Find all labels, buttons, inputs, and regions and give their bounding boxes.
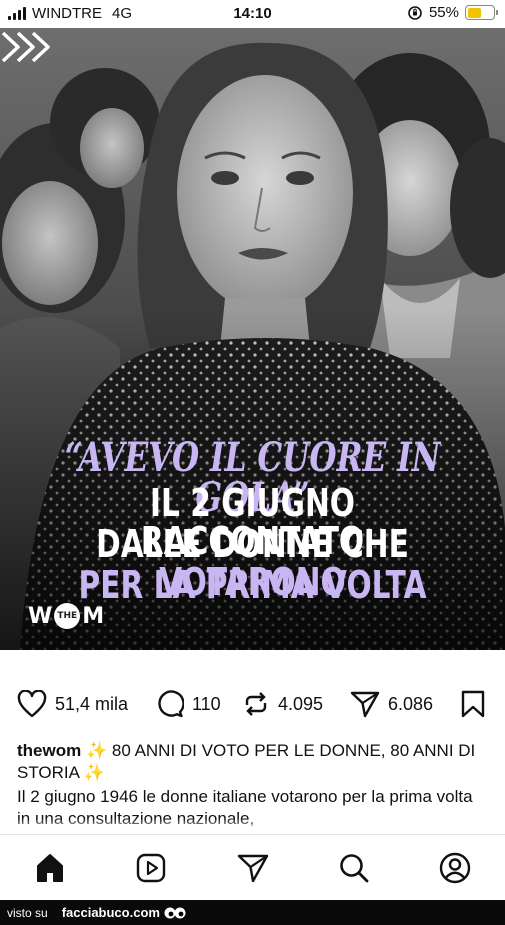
- eyes-icon: [164, 907, 186, 918]
- repost-count: 4.095: [278, 693, 324, 714]
- sparkle-icon: ✨: [85, 741, 108, 760]
- caption-fade: [0, 818, 505, 834]
- comment-count: 110: [192, 693, 221, 714]
- comment-icon: [158, 690, 184, 718]
- repost-icon: [245, 692, 267, 716]
- reels-icon: [136, 853, 166, 883]
- battery-percent: 55%: [428, 4, 459, 21]
- repost-button[interactable]: 4.095: [242, 690, 323, 718]
- forward-chevrons-icon: [1, 31, 50, 63]
- watermark-site[interactable]: facciabuco.com: [62, 905, 160, 920]
- profile-icon: [439, 852, 471, 884]
- logo-the: THE: [54, 603, 81, 629]
- search-icon: [340, 854, 369, 883]
- the-wom-logo: W THE M: [28, 603, 104, 629]
- share-count: 6.086: [388, 693, 434, 714]
- logo-m: M: [82, 603, 105, 629]
- status-right: 55%: [407, 4, 498, 21]
- post-image[interactable]: “AVEVO IL CUORE IN GOLA” IL 2 GIUGNO RAC…: [0, 28, 505, 650]
- image-headline-line-4: PER LA PRIMA VOLTA: [78, 563, 427, 607]
- watermark-bar: visto su facciabuco.com: [0, 900, 505, 925]
- comment-button[interactable]: 110: [156, 690, 221, 718]
- nav-search[interactable]: [337, 851, 371, 885]
- logo-w: W: [28, 603, 53, 629]
- nav-reels[interactable]: [134, 851, 168, 885]
- send-icon: [237, 854, 269, 883]
- sparkle-icon: ✨: [83, 763, 105, 782]
- caption-username[interactable]: thewom: [17, 741, 81, 760]
- watermark-label: visto su: [7, 905, 48, 920]
- share-button[interactable]: 6.086: [350, 690, 433, 718]
- nav-profile[interactable]: [438, 851, 472, 885]
- nav-direct[interactable]: [236, 851, 270, 885]
- like-count: 51,4 mila: [55, 693, 129, 714]
- battery-fill: [467, 7, 482, 18]
- orientation-lock-icon: [408, 5, 422, 20]
- home-icon: [37, 854, 63, 882]
- like-button[interactable]: 51,4 mila: [17, 690, 128, 718]
- post-actions: 51,4 mila 110 4.095 6.086: [0, 690, 505, 724]
- bottom-nav: [0, 834, 505, 900]
- send-icon: [350, 691, 380, 718]
- caption-headline: thewom ✨ 80 ANNI DI VOTO PER LE DONNE, 8…: [17, 740, 487, 784]
- battery-icon: [465, 5, 498, 20]
- status-bar: WINDTRE 4G 14:10 55%: [0, 0, 505, 28]
- bookmark-icon: [461, 690, 485, 718]
- save-button[interactable]: [460, 690, 486, 718]
- heart-icon: [17, 690, 47, 718]
- nav-home[interactable]: [33, 851, 67, 885]
